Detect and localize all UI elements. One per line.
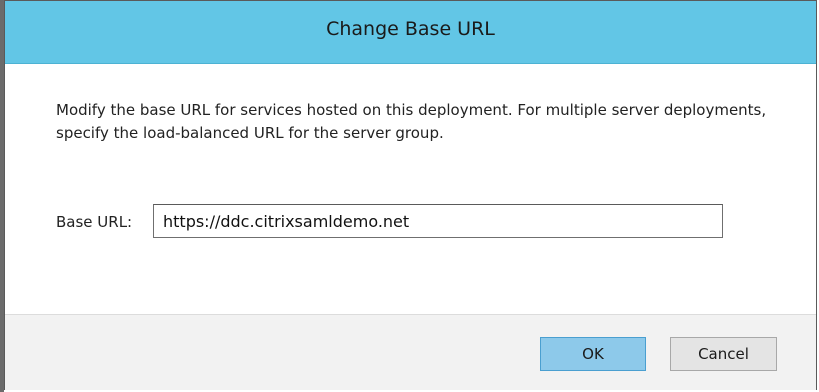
ok-button[interactable]: OK [540, 337, 646, 371]
base-url-input[interactable] [153, 204, 723, 238]
dialog-title-bar: Change Base URL [5, 1, 816, 64]
dialog-title: Change Base URL [326, 18, 495, 40]
dialog-description: Modify the base URL for services hosted … [56, 101, 767, 142]
dialog-footer: OK Cancel [5, 314, 816, 390]
change-base-url-dialog: Change Base URL Modify the base URL for … [4, 0, 817, 390]
cancel-button[interactable]: Cancel [670, 337, 777, 371]
base-url-label: Base URL: [56, 213, 133, 231]
